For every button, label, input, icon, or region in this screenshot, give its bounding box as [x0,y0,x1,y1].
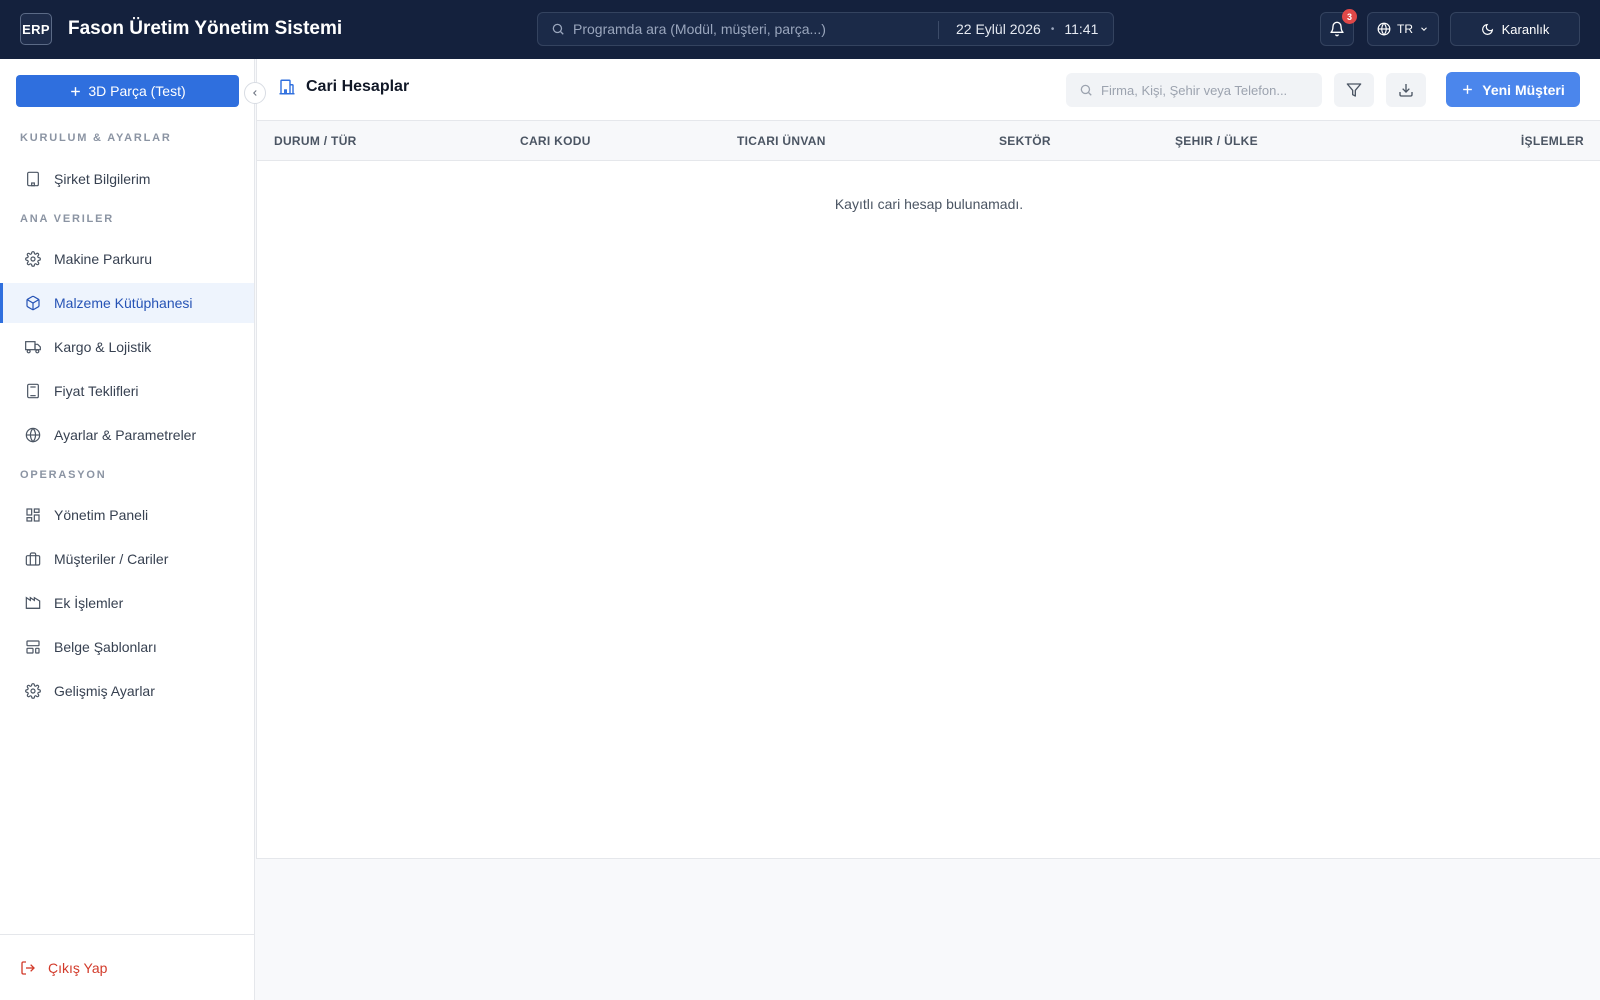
section-label-setup: KURULUM & AYARLAR [20,132,172,144]
sidebar-item-price-quotes[interactable]: Fiyat Teklifleri [0,371,254,411]
column-header-city-country[interactable]: ŞEHIR / ÜLKE [1175,134,1258,148]
current-date: 22 Eylül 2026 [956,21,1041,37]
sidebar-item-material-library[interactable]: Malzeme Kütüphanesi [0,283,254,323]
plus-icon [69,85,82,98]
sidebar-item-advanced-settings[interactable]: Gelişmiş Ayarlar [0,671,254,711]
sidebar-item-label: Ek İşlemler [54,595,124,611]
sidebar-item-machines[interactable]: Makine Parkuru [0,239,254,279]
bell-icon [1329,21,1345,37]
sidebar-item-label: Müşteriler / Cariler [54,551,169,567]
language-selector[interactable]: TR [1367,12,1439,46]
theme-toggle-button[interactable]: Karanlık [1450,12,1580,46]
sidebar-item-settings-parameters[interactable]: Ayarlar & Parametreler [0,415,254,455]
top-bar: ERP Fason Üretim Yönetim Sistemi Program… [0,0,1600,59]
sidebar-item-label: Ayarlar & Parametreler [54,427,197,443]
search-icon [551,22,565,36]
globe-icon [24,426,42,444]
add-3d-part-label: 3D Parça (Test) [88,83,186,99]
chevron-down-icon [1419,24,1429,34]
chevron-left-icon [250,88,260,98]
sidebar-item-label: Malzeme Kütüphanesi [54,295,193,311]
language-label: TR [1397,22,1413,36]
section-label-operations: OPERASYON [20,469,107,481]
page-title-text: Cari Hesaplar [306,78,410,95]
global-search-placeholder[interactable]: Programda ara (Modül, müşteri, parça...) [573,21,933,37]
download-icon [1398,82,1414,98]
collapse-sidebar-button[interactable] [244,82,266,104]
app-title: Fason Üretim Yönetim Sistemi [68,18,343,39]
office-building-icon [278,78,296,96]
dashboard-icon [24,506,42,524]
moon-icon [1481,23,1494,36]
gear-icon [24,682,42,700]
column-header-trade-name[interactable]: TICARI ÜNVAN [737,134,826,148]
sidebar: 3D Parça (Test) KURULUM & AYARLAR Şirket… [0,59,266,1000]
separator-dot: • [1050,23,1055,35]
sidebar-item-customers[interactable]: Müşteriler / Cariler [0,539,254,579]
sidebar-item-label: Fiyat Teklifleri [54,383,139,399]
section-label-master-data: ANA VERILER [20,213,114,225]
notification-count-badge: 3 [1342,9,1357,24]
sidebar-item-label: Kargo & Lojistik [54,339,152,355]
template-icon [24,638,42,656]
box-icon [24,294,42,312]
sidebar-item-document-templates[interactable]: Belge Şablonları [0,627,254,667]
building-icon [24,170,42,188]
new-customer-button[interactable]: Yeni Müşteri [1446,72,1580,107]
column-header-sector[interactable]: SEKTÖR [999,134,1051,148]
calculator-icon [24,382,42,400]
sidebar-item-dashboard[interactable]: Yönetim Paneli [0,495,254,535]
gear-icon [24,250,42,268]
search-divider [938,21,939,39]
plus-icon [1461,83,1474,96]
sidebar-item-label: Makine Parkuru [54,251,153,267]
factory-icon [24,594,42,612]
filter-button[interactable] [1334,73,1374,107]
customer-search-input[interactable]: Firma, Kişi, Şehir veya Telefon... [1066,73,1322,107]
main-panel: Cari Hesaplar Firma, Kişi, Şehir veya Te… [256,59,1600,859]
main-header: Cari Hesaplar Firma, Kişi, Şehir veya Te… [257,59,1600,120]
column-header-actions: İŞLEMLER [1520,134,1584,148]
globe-icon [1377,22,1391,36]
filter-icon [1346,82,1362,98]
table-header-row: DURUM / TÜR CARI KODU TICARI ÜNVAN SEKTÖ… [257,120,1600,161]
sidebar-item-label: Şirket Bilgilerim [54,171,151,187]
column-header-status[interactable]: DURUM / TÜR [274,134,357,148]
add-3d-part-button[interactable]: 3D Parça (Test) [16,75,239,107]
column-header-account-code[interactable]: CARI KODU [520,134,591,148]
sidebar-item-company-info[interactable]: Şirket Bilgilerim [0,159,254,199]
logout-icon [20,960,36,976]
empty-table-message: Kayıtlı cari hesap bulunamadı. [834,196,1024,212]
app-logo: ERP [20,13,52,45]
sidebar-item-shipping[interactable]: Kargo & Lojistik [0,327,254,367]
sidebar-item-extra-operations[interactable]: Ek İşlemler [0,583,254,623]
global-search-bar[interactable]: Programda ara (Modül, müşteri, parça...)… [537,12,1114,46]
export-button[interactable] [1386,73,1426,107]
briefcase-icon [24,550,42,568]
search-icon [1079,83,1093,97]
sidebar-item-label: Yönetim Paneli [54,507,149,523]
theme-label: Karanlık [1501,21,1550,37]
new-customer-label: Yeni Müşteri [1482,81,1565,98]
customer-search-placeholder: Firma, Kişi, Şehir veya Telefon... [1101,82,1288,98]
current-time: 11:41 [1064,21,1099,37]
date-time-display: 22 Eylül 2026 • 11:41 [956,21,1098,37]
logout-button[interactable]: Çıkış Yap [0,934,254,1000]
notifications-button[interactable]: 3 [1320,9,1357,46]
truck-icon [24,338,42,356]
sidebar-item-label: Gelişmiş Ayarlar [54,683,155,699]
sidebar-item-label: Belge Şablonları [54,639,157,655]
logout-label: Çıkış Yap [48,959,108,976]
page-title: Cari Hesaplar [278,78,409,96]
